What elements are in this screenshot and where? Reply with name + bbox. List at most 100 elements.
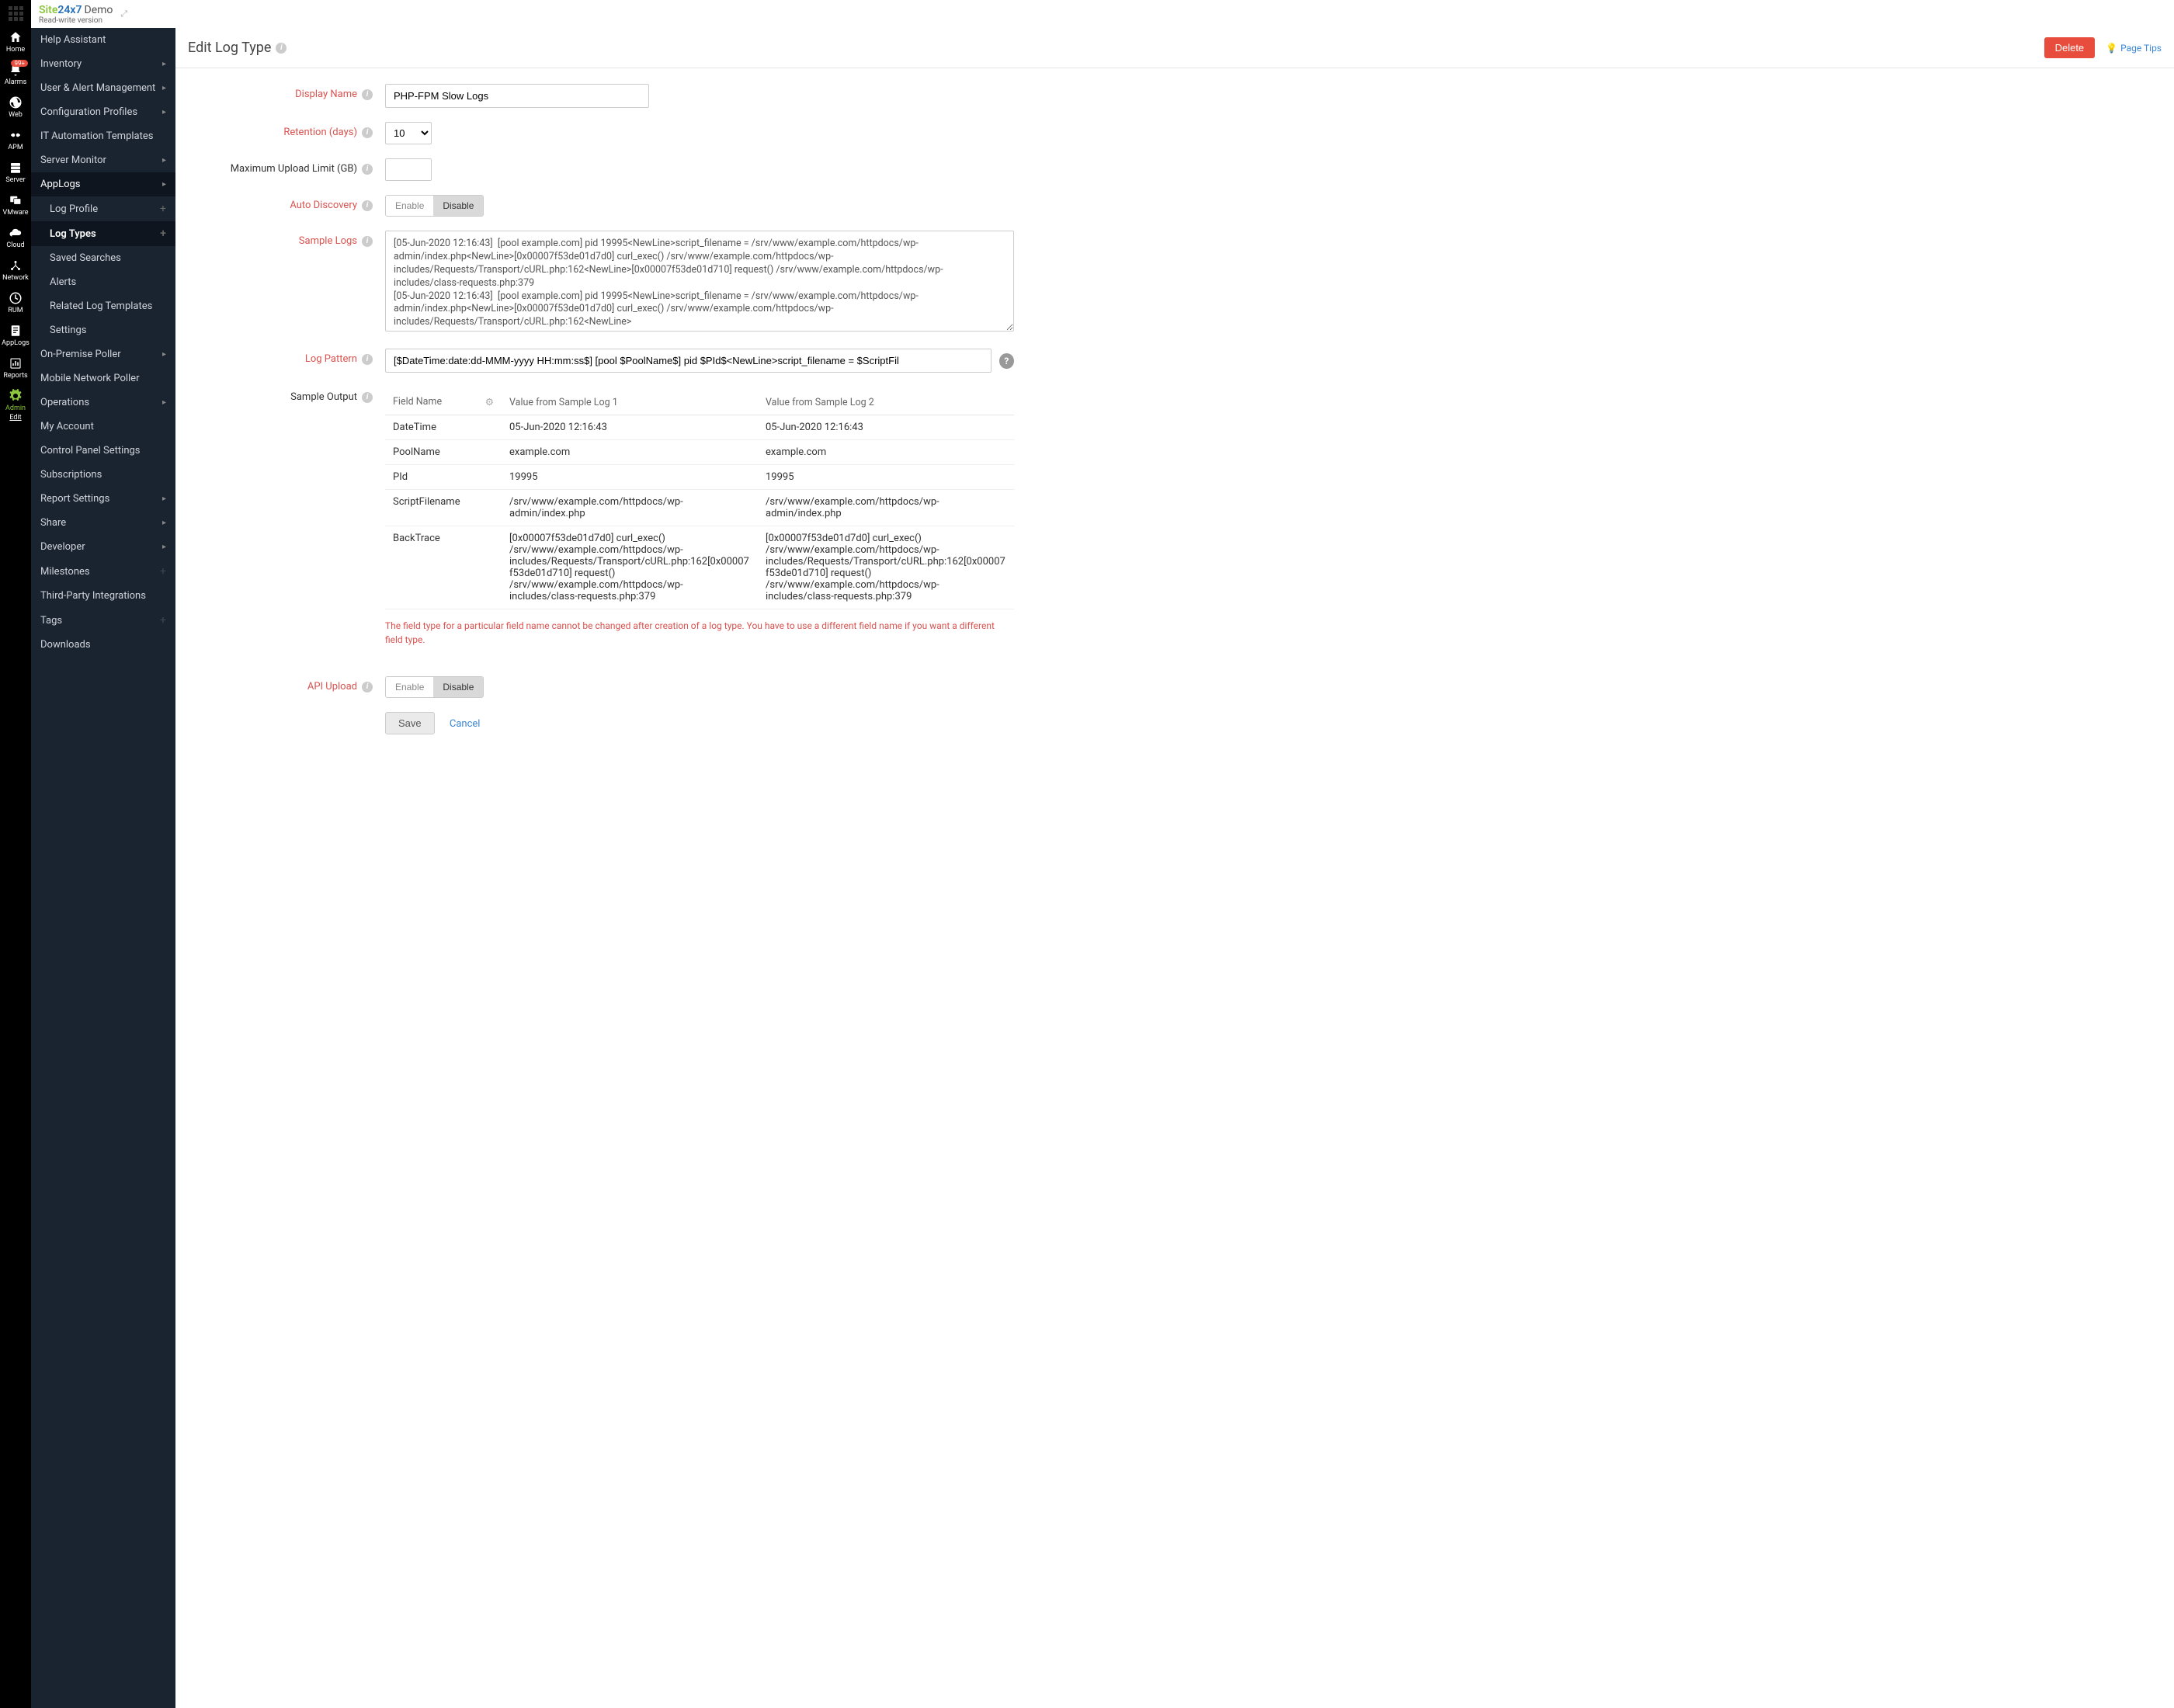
- max-upload-input[interactable]: [385, 158, 432, 181]
- table-row: PId1999519995: [385, 465, 1014, 490]
- iconbar-label: VMware: [3, 209, 29, 217]
- iconbar-rum[interactable]: RUM: [0, 286, 31, 319]
- cancel-link[interactable]: Cancel: [450, 718, 481, 730]
- sidebar-item-operations[interactable]: Operations ▸: [31, 391, 175, 415]
- retention-label: Retention (days)i: [207, 122, 385, 138]
- logo-demo: Demo: [85, 4, 113, 16]
- page-tips-link[interactable]: 💡Page Tips: [2106, 43, 2162, 54]
- expand-icon[interactable]: ⤢: [120, 9, 127, 19]
- sidebar-item-alerts[interactable]: Alerts: [31, 270, 175, 294]
- sidebar-item-share[interactable]: Share▸: [31, 511, 175, 535]
- help-icon[interactable]: ?: [999, 353, 1014, 369]
- sidebar-item-applogs[interactable]: AppLogs▸: [31, 172, 175, 196]
- iconbar-server[interactable]: Server: [0, 156, 31, 189]
- edit-link[interactable]: Edit: [9, 414, 21, 422]
- sidebar-item-label: Developer: [40, 541, 85, 553]
- plus-icon[interactable]: +: [160, 565, 166, 578]
- sidebar-item-inventory[interactable]: Inventory▸: [31, 52, 175, 76]
- disable-button[interactable]: Disable: [433, 196, 483, 216]
- info-icon[interactable]: i: [362, 89, 373, 100]
- sidebar-item-tags[interactable]: Tags +: [31, 608, 175, 633]
- apps-grid-icon[interactable]: [9, 6, 23, 21]
- info-icon[interactable]: i: [362, 200, 373, 211]
- sidebar-item-my-account[interactable]: My Account: [31, 415, 175, 439]
- sample-logs-textarea[interactable]: [385, 231, 1014, 332]
- iconbar-vmware[interactable]: VMware: [0, 189, 31, 221]
- sidebar-item-developer[interactable]: Developer▸: [31, 535, 175, 559]
- sidebar-item-label: Control Panel Settings: [40, 445, 141, 457]
- iconbar-label: Server: [5, 176, 25, 184]
- sidebar-item-downloads[interactable]: Downloads: [31, 633, 175, 657]
- sidebar-item-saved-searches[interactable]: Saved Searches: [31, 246, 175, 270]
- sidebar-item-milestones[interactable]: Milestones+: [31, 559, 175, 584]
- iconbar-label: Alarms: [5, 78, 27, 86]
- sidebar-item-help-assistant[interactable]: Help Assistant: [31, 28, 175, 52]
- sidebar-item-log-types[interactable]: Log Types +: [31, 221, 175, 246]
- badge: 99+: [11, 60, 28, 67]
- iconbar-web[interactable]: Web: [0, 91, 31, 123]
- info-icon[interactable]: i: [362, 164, 373, 175]
- sidebar-item-related-log-templates[interactable]: Related Log Templates: [31, 294, 175, 318]
- display-name-input[interactable]: [385, 84, 649, 108]
- sidebar-item-control-panel-settings[interactable]: Control Panel Settings: [31, 439, 175, 463]
- sidebar-item-report-settings[interactable]: Report Settings▸: [31, 487, 175, 511]
- iconbar-label: RUM: [8, 307, 23, 314]
- iconbar-alarms[interactable]: Alarms 99+: [0, 58, 31, 91]
- sidebar-item-label: Server Monitor: [40, 154, 106, 166]
- info-icon[interactable]: i: [362, 354, 373, 365]
- info-icon[interactable]: i: [362, 236, 373, 247]
- iconbar-apm[interactable]: APM: [0, 123, 31, 156]
- sidebar-item-mobile-network-poller[interactable]: Mobile Network Poller: [31, 366, 175, 391]
- sidebar-item-label: On-Premise Poller: [40, 349, 121, 360]
- topbar: Site24x7Demo Read-write version ⤢: [31, 0, 2174, 28]
- retention-select[interactable]: 10: [385, 122, 432, 144]
- sidebar-item-log-profile[interactable]: Log Profile+: [31, 196, 175, 221]
- iconbar-reports[interactable]: Reports: [0, 352, 31, 384]
- sidebar-item-label: Subscriptions: [40, 469, 102, 481]
- enable-button[interactable]: Enable: [386, 196, 433, 216]
- log-pattern-label: Log Patterni: [207, 349, 385, 365]
- sidebar-item-label: Inventory: [40, 58, 82, 70]
- sidebar-item-label: Related Log Templates: [50, 300, 152, 312]
- delete-button[interactable]: Delete: [2044, 37, 2096, 58]
- sidebar-item-server-monitor[interactable]: Server Monitor▸: [31, 148, 175, 172]
- iconbar-home[interactable]: Home: [0, 26, 31, 58]
- sidebar-item-on-premise-poller[interactable]: On-Premise Poller▸: [31, 342, 175, 366]
- info-icon[interactable]: i: [276, 43, 287, 54]
- auto-discovery-label: Auto Discoveryi: [207, 195, 385, 211]
- disable-button[interactable]: Disable: [433, 677, 483, 697]
- cell-field: PoolName: [385, 440, 502, 465]
- sidebar-item-it-automation-templates[interactable]: IT Automation Templates: [31, 124, 175, 148]
- log-pattern-input[interactable]: [385, 349, 991, 373]
- chevron-right-icon: ▸: [162, 398, 166, 407]
- info-icon[interactable]: i: [362, 127, 373, 138]
- iconbar-applogs[interactable]: AppLogs: [0, 319, 31, 352]
- cell-v2: 19995: [758, 465, 1014, 490]
- iconbar-network[interactable]: Network: [0, 254, 31, 286]
- sidebar-item-user-alert-management[interactable]: User & Alert Management▸: [31, 76, 175, 100]
- sidebar-item-label: Tags: [40, 615, 62, 627]
- max-upload-label: Maximum Upload Limit (GB)i: [207, 158, 385, 175]
- sidebar-item-label: Report Settings: [40, 493, 109, 505]
- info-icon[interactable]: i: [362, 392, 373, 403]
- col-value-1: Value from Sample Log 1: [502, 390, 758, 415]
- cell-v1: 19995: [502, 465, 758, 490]
- sidebar-item-third-party-integrations[interactable]: Third-Party Integrations: [31, 584, 175, 608]
- sidebar-item-label: Log Types: [50, 228, 96, 240]
- iconbar-cloud[interactable]: Cloud: [0, 221, 31, 254]
- filter-icon[interactable]: ⚙: [485, 396, 494, 408]
- enable-button[interactable]: Enable: [386, 677, 433, 697]
- plus-icon[interactable]: +: [160, 614, 166, 627]
- save-button[interactable]: Save: [385, 712, 435, 734]
- info-icon[interactable]: i: [362, 682, 373, 693]
- plus-icon[interactable]: +: [160, 203, 166, 215]
- sidebar-item-subscriptions[interactable]: Subscriptions: [31, 463, 175, 487]
- iconbar-admin[interactable]: AdminEdit: [0, 384, 31, 426]
- sidebar-item-label: Operations: [40, 397, 89, 408]
- sidebar-item-configuration-profiles[interactable]: Configuration Profiles▸: [31, 100, 175, 124]
- iconbar-label: AppLogs: [2, 339, 30, 347]
- plus-icon[interactable]: +: [160, 227, 166, 240]
- sidebar-item-settings[interactable]: Settings: [31, 318, 175, 342]
- cell-field: DateTime: [385, 415, 502, 440]
- col-value-2: Value from Sample Log 2: [758, 390, 1014, 415]
